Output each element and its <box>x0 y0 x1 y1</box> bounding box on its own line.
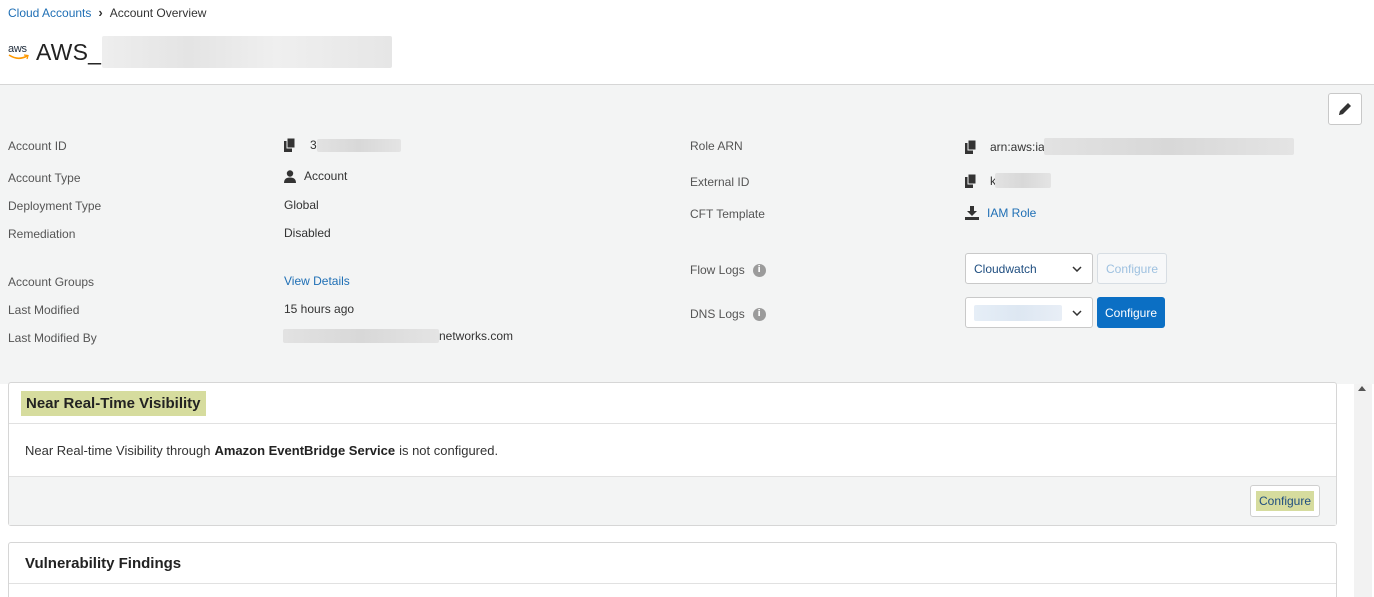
chevron-down-icon <box>1072 265 1082 272</box>
panel-title: Near Real-Time Visibility <box>21 390 206 416</box>
iam-role-link[interactable]: IAM Role <box>987 206 1036 220</box>
last-modified-by-text: networks.com <box>439 329 514 343</box>
account-title: AWS_ <box>36 38 102 65</box>
redacted-account-id <box>316 138 401 152</box>
redacted-external-id <box>995 173 1051 188</box>
breadcrumb-cloud-accounts-link[interactable]: Cloud Accounts <box>8 6 91 20</box>
remediation-value: Disabled <box>284 226 331 240</box>
info-icon[interactable]: i <box>752 307 766 321</box>
deployment-type-label: Deployment Type <box>8 199 102 213</box>
deployment-type-value: Global <box>284 198 319 212</box>
copy-icon[interactable] <box>965 173 977 188</box>
breadcrumb: Cloud Accounts › Account Overview <box>8 5 206 20</box>
nrtv-text-after: is not configured. <box>399 442 499 458</box>
redacted-email <box>283 329 439 343</box>
flow-logs-label-row: Flow Logs i <box>690 263 766 277</box>
role-arn-label: Role ARN <box>690 139 743 153</box>
role-arn-text: arn:aws:ia <box>990 139 1045 154</box>
account-id-text: 3 <box>310 138 317 152</box>
panel-body: Near Real-time Visibility through Amazon… <box>9 424 1336 477</box>
account-groups-label: Account Groups <box>8 275 95 289</box>
account-id-value: 3 <box>284 138 401 152</box>
dns-logs-label-row: DNS Logs i <box>690 307 766 321</box>
aws-smile-icon <box>8 54 29 60</box>
account-type-value: Account <box>284 169 347 183</box>
panel-footer: Configure <box>9 477 1336 525</box>
redacted-role-arn <box>1043 138 1294 155</box>
chevron-right-icon: › <box>98 5 103 20</box>
flow-logs-select[interactable]: Cloudwatch <box>965 253 1093 284</box>
download-icon[interactable] <box>965 206 979 220</box>
role-arn-value: arn:aws:ia <box>965 138 1294 155</box>
view-details-link[interactable]: View Details <box>284 274 350 288</box>
near-real-time-visibility-panel: Near Real-Time Visibility Near Real-time… <box>8 382 1337 526</box>
aws-logo: aws <box>8 41 32 63</box>
panel-header: Near Real-Time Visibility <box>9 383 1336 424</box>
breadcrumb-current: Account Overview <box>109 5 207 20</box>
nrtv-text-before: Near Real-time Visibility through <box>25 442 211 458</box>
flow-logs-label: Flow Logs <box>690 263 745 277</box>
user-icon <box>284 169 296 183</box>
cft-template-label: CFT Template <box>690 207 765 221</box>
dns-logs-configure-button[interactable]: Configure <box>1097 297 1165 328</box>
account-details-panel <box>0 84 1374 384</box>
nrtv-configure-label: Configure <box>1255 491 1315 511</box>
external-id-label: External ID <box>690 175 750 189</box>
last-modified-by-label: Last Modified By <box>8 331 97 345</box>
last-modified-label: Last Modified <box>8 303 80 317</box>
dns-logs-select[interactable] <box>965 297 1093 328</box>
vulnerability-findings-panel: Vulnerability Findings <box>8 542 1337 597</box>
page-title: aws AWS_ <box>8 36 393 68</box>
account-type-text: Account <box>304 169 348 183</box>
copy-icon[interactable] <box>284 138 296 152</box>
account-type-label: Account Type <box>8 171 81 185</box>
last-modified-by-value: networks.com <box>283 329 513 343</box>
remediation-label: Remediation <box>8 227 76 241</box>
scrollbar[interactable] <box>1354 384 1372 597</box>
pencil-icon <box>1339 103 1351 115</box>
chevron-down-icon <box>1072 309 1082 316</box>
edit-button[interactable] <box>1328 93 1362 125</box>
panel-title: Vulnerability Findings <box>9 543 1336 584</box>
dns-logs-label: DNS Logs <box>690 307 745 321</box>
external-id-value: k <box>965 173 1051 188</box>
redacted-dns-selection <box>974 304 1062 321</box>
info-icon[interactable]: i <box>752 263 766 277</box>
last-modified-value: 15 hours ago <box>284 302 355 316</box>
flow-logs-selected: Cloudwatch <box>974 261 1037 276</box>
scroll-up-arrow-icon[interactable] <box>1358 386 1366 391</box>
flow-logs-configure-button[interactable]: Configure <box>1097 253 1167 284</box>
nrtv-configure-button[interactable]: Configure <box>1250 485 1320 517</box>
cft-template-value: IAM Role <box>965 206 1036 220</box>
redacted-account-name <box>102 36 393 68</box>
account-id-label: Account ID <box>8 139 67 153</box>
nrtv-service-name: Amazon EventBridge Service <box>214 442 396 458</box>
copy-icon[interactable] <box>965 139 977 154</box>
